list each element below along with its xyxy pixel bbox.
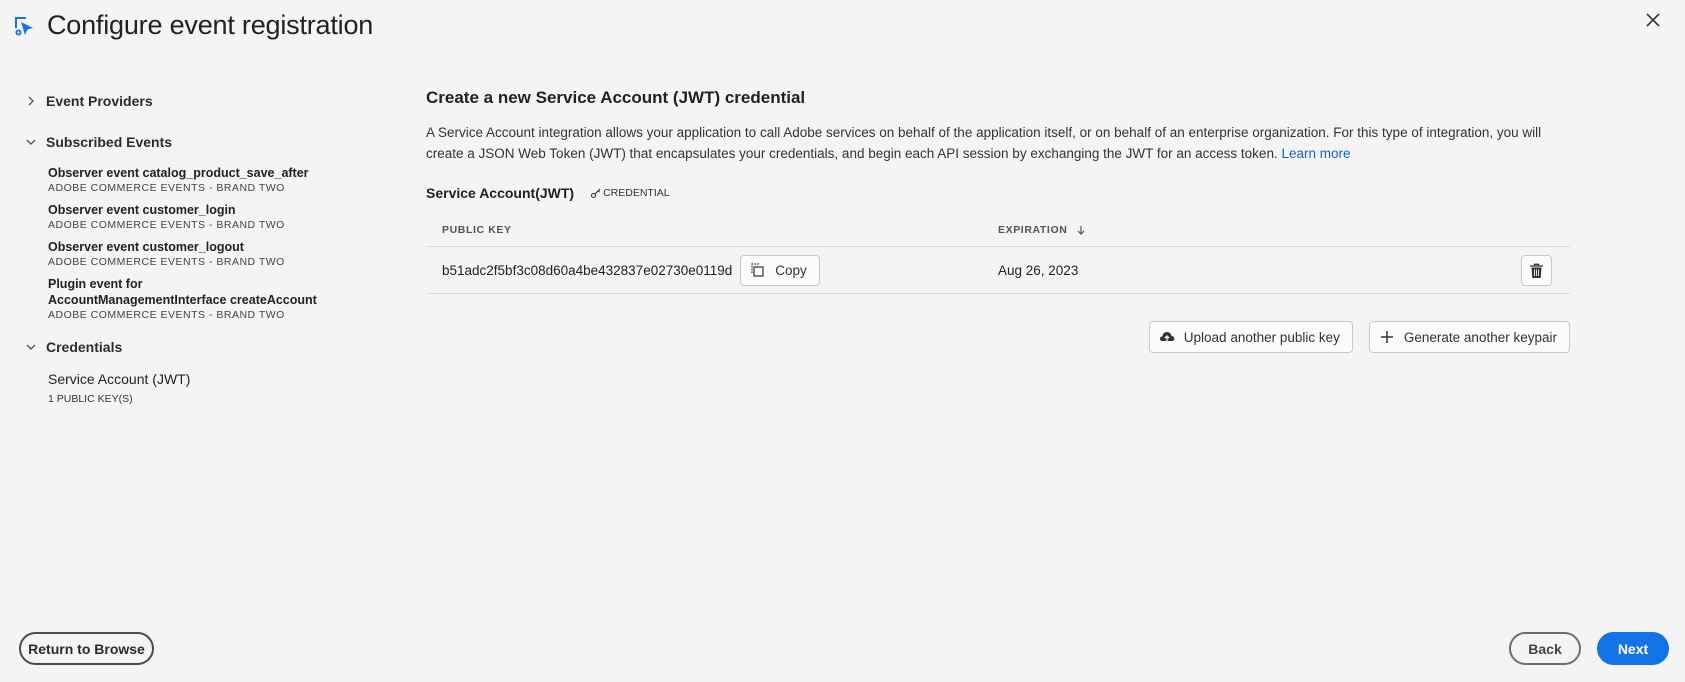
nav-toggle-subscribed-events[interactable]: Subscribed Events (0, 125, 380, 159)
key-icon (591, 188, 601, 199)
copy-label: Copy (775, 262, 807, 278)
credential-title: Service Account (JWT) (48, 371, 191, 387)
event-cursor-gear-icon (15, 17, 33, 36)
key-actions: Upload another public key Generate anoth… (426, 321, 1570, 353)
plus-icon (1380, 331, 1393, 343)
upload-public-key-button[interactable]: Upload another public key (1148, 321, 1353, 353)
credential-badge-text: CREDENTIAL (603, 187, 670, 199)
event-title: Plugin event for AccountManagementInterf… (48, 277, 317, 307)
table-row: b51adc2f5bf3c08d60a4be432837e02730e0119d… (426, 247, 1570, 294)
sidebar: Event Providers Subscribed Events Observ… (0, 84, 380, 405)
chevron-down-icon (26, 139, 36, 145)
event-provider: ADOBE COMMERCE EVENTS - BRAND TWO (48, 182, 285, 194)
nav-toggle-event-providers[interactable]: Event Providers (0, 84, 380, 118)
chevron-right-icon (28, 96, 34, 106)
page-title: Configure event registration (47, 10, 374, 40)
cloud-upload-icon (1159, 332, 1175, 344)
delete-button[interactable] (1521, 255, 1552, 286)
public-key-cell: b51adc2f5bf3c08d60a4be432837e02730e0119d… (426, 254, 998, 286)
credential-badge: CREDENTIAL (590, 187, 670, 199)
trash-icon (1530, 263, 1543, 278)
table-header: PUBLIC KEY EXPIRATION (426, 213, 1570, 247)
sidebar-event-item[interactable]: Observer event customer_logout ADOBE COM… (0, 239, 380, 269)
main-heading: Create a new Service Account (JWT) crede… (426, 88, 806, 107)
column-header-text: EXPIRATION (998, 223, 1068, 236)
credential-sub: 1 PUBLIC KEY(S) (48, 393, 133, 405)
sidebar-event-item[interactable]: Observer event customer_login ADOBE COMM… (0, 202, 380, 232)
sidebar-event-item[interactable]: Observer event catalog_product_save_afte… (0, 165, 380, 195)
nav-section-subscribed-events: Subscribed Events Observer event catalog… (0, 125, 380, 322)
return-to-browse-button[interactable]: Return to Browse (19, 632, 154, 665)
generate-label: Generate another keypair (1403, 329, 1557, 345)
nav-header-label: Event Providers (46, 93, 153, 109)
upload-label: Upload another public key (1183, 329, 1340, 345)
header: Configure event registration (0, 0, 1685, 60)
close-icon[interactable] (1641, 8, 1665, 32)
event-title: Observer event catalog_product_save_afte… (48, 166, 309, 180)
nav-toggle-credentials[interactable]: Credentials (0, 330, 380, 364)
event-title: Observer event customer_login (48, 203, 236, 217)
event-provider: ADOBE COMMERCE EVENTS - BRAND TWO (48, 256, 285, 268)
public-keys-table: PUBLIC KEY EXPIRATION b51adc2f5bf3c08d60… (426, 213, 1570, 294)
sidebar-event-item[interactable]: Plugin event for AccountManagementInterf… (0, 276, 380, 322)
sidebar-credential-item[interactable]: Service Account (JWT) 1 PUBLIC KEY(S) (0, 370, 380, 405)
back-button[interactable]: Back (1509, 632, 1581, 665)
main-content: Create a new Service Account (JWT) crede… (426, 88, 1570, 353)
nav-header-label: Subscribed Events (46, 134, 173, 150)
column-header-public-key: PUBLIC KEY (426, 224, 998, 236)
event-provider: ADOBE COMMERCE EVENTS - BRAND TWO (48, 219, 285, 231)
generate-keypair-button[interactable]: Generate another keypair (1368, 321, 1570, 353)
service-account-row: Service Account(JWT) CREDENTIAL (426, 183, 1570, 203)
arrow-down-icon (1077, 225, 1085, 235)
service-account-label: Service Account(JWT) (426, 185, 575, 201)
next-button[interactable]: Next (1597, 632, 1669, 665)
expiration-cell: Aug 26, 2023 (998, 262, 1079, 278)
copy-button[interactable]: Copy (740, 254, 820, 286)
copy-icon (751, 263, 764, 277)
description-text: A Service Account integration allows you… (426, 125, 1542, 161)
nav-section-credentials: Credentials Service Account (JWT) 1 PUBL… (0, 330, 380, 405)
nav-section-event-providers: Event Providers (0, 84, 380, 118)
public-key-value: b51adc2f5bf3c08d60a4be432837e02730e0119d (442, 262, 733, 278)
column-header-expiration[interactable]: EXPIRATION (998, 224, 1558, 236)
column-header-text: PUBLIC KEY (442, 223, 512, 236)
main-description: A Service Account integration allows you… (426, 122, 1570, 164)
event-provider: ADOBE COMMERCE EVENTS - BRAND TWO (48, 309, 285, 321)
chevron-down-icon (26, 344, 36, 350)
event-title: Observer event customer_logout (48, 240, 244, 254)
nav-header-label: Credentials (46, 339, 123, 355)
learn-more-link[interactable]: Learn more (1281, 146, 1350, 161)
